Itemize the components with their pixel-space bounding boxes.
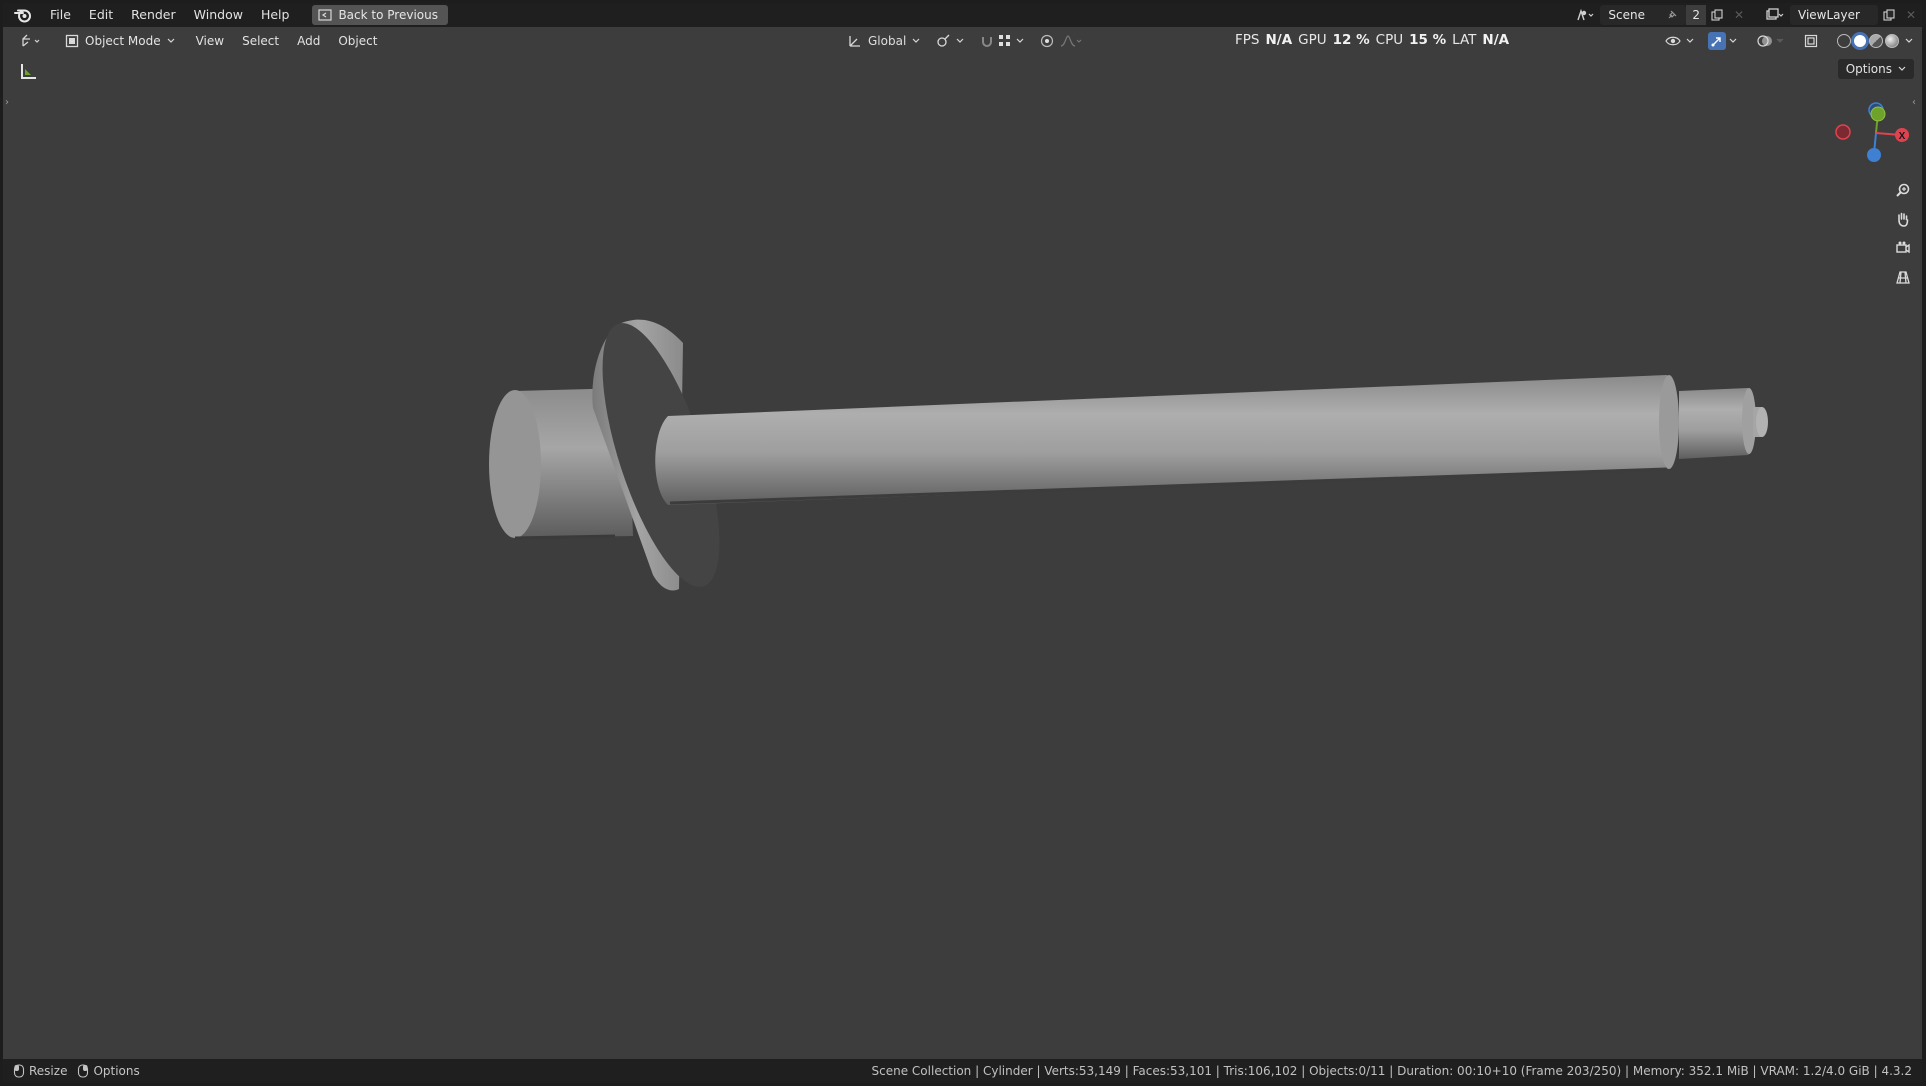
pan-hand-icon[interactable] — [1890, 206, 1916, 232]
resize-hint-label: Resize — [29, 1064, 68, 1078]
resize-hint: Resize — [13, 1064, 67, 1078]
options-hint-label: Options — [93, 1064, 140, 1078]
gizmo-y-axis-icon — [1870, 106, 1886, 122]
gizmo-x-label: X — [1899, 131, 1906, 142]
navigation-gizmo[interactable]: X — [1821, 95, 1911, 175]
gizmo-neg-x-icon — [1835, 124, 1851, 140]
camera-view-icon[interactable] — [1890, 235, 1916, 261]
hub-end-face — [489, 390, 541, 538]
blender-window: File Edit Render Window Help Back to Pre… — [3, 3, 1922, 1083]
gizmo-z-axis-icon — [1867, 148, 1881, 162]
viewport-3d-model[interactable] — [3, 3, 1922, 1083]
zoom-icon[interactable] — [1890, 177, 1916, 203]
status-hints: Resize Options — [13, 1064, 140, 1078]
status-bar: Resize Options Scene Collection | Cylind… — [3, 1059, 1922, 1083]
options-hint: Options — [77, 1064, 140, 1078]
scene-statistics: Scene Collection | Cylinder | Verts:53,1… — [871, 1064, 1912, 1078]
orthographic-toggle-icon[interactable] — [1890, 264, 1916, 290]
mouse-right-icon — [78, 1064, 89, 1078]
mouse-left-icon — [13, 1064, 25, 1078]
